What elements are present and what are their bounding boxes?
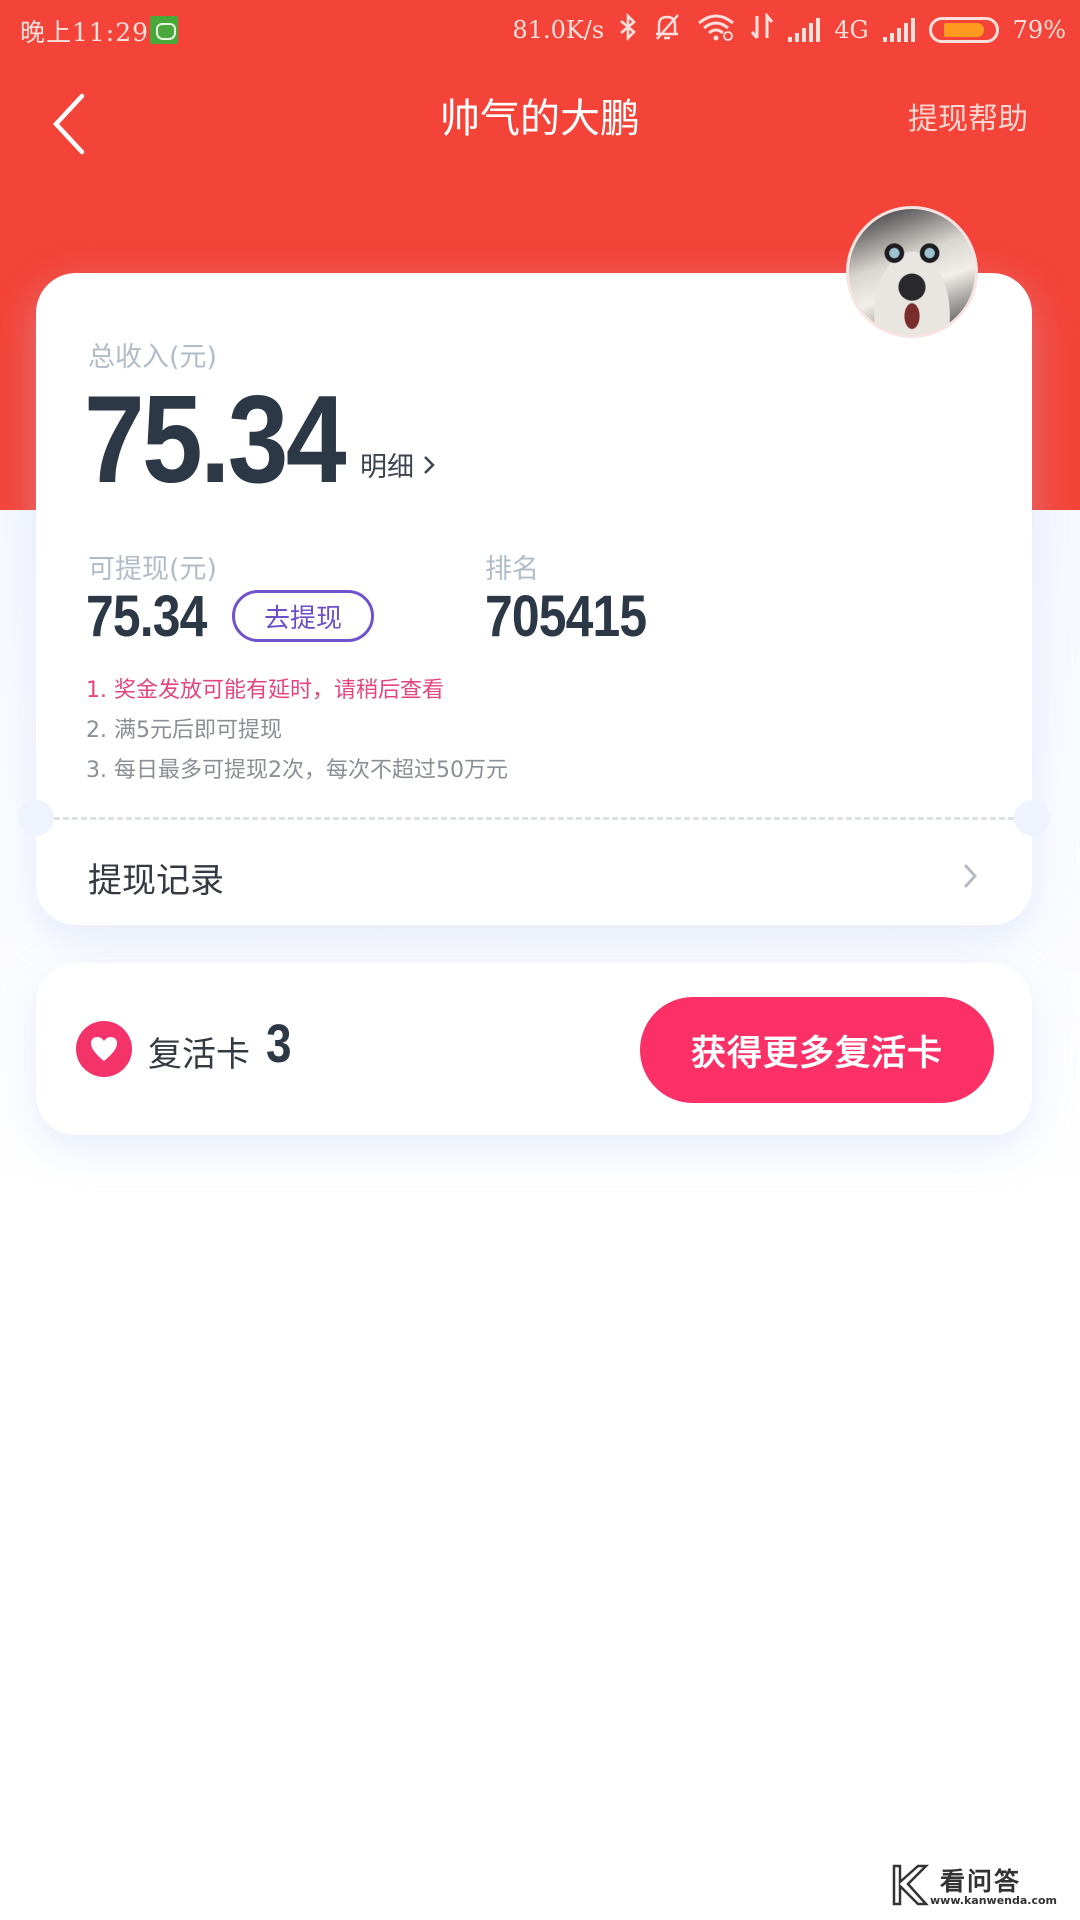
status-icons: 81.0K/s 4G 79% [512,11,1066,47]
dashed-divider [54,817,1014,820]
avatar[interactable] [846,206,978,338]
data-transfer-icon [750,11,774,46]
watermark-title: 看问答 [940,1867,1022,1896]
note-item: 1. 奖金发放可能有延时，请稍后查看 [86,678,444,703]
bell-muted-icon [652,12,682,47]
bluetooth-icon [618,12,638,46]
chevron-right-icon [424,455,435,474]
rank-label: 排名 [485,554,539,585]
network-speed: 81.0K/s [512,15,605,44]
detail-link[interactable]: 明细 [360,445,436,484]
battery-percent: 79% [1012,15,1066,44]
network-type: 4G [834,15,869,44]
watermark: 看问答 www.kanwenda.com [890,1862,1070,1912]
note-item: 2. 满5元后即可提现 [86,718,282,743]
withdraw-button[interactable]: 去提现 [232,590,374,642]
signal-icon [788,17,821,42]
status-bar: 晚上11:29 81.0K/s 4G 79% [0,0,1080,58]
watermark-logo-icon [892,1864,930,1906]
watermark-url: www.kanwenda.com [930,1894,1057,1907]
battery-icon [928,16,999,43]
note-item: 3. 每日最多可提现2次，每次不超过50万元 [86,758,508,783]
total-income-amount: 75.34 [84,371,347,509]
app-notification-icon [150,16,178,44]
card-notch [1014,800,1050,836]
get-more-revive-button[interactable]: 获得更多复活卡 [640,997,994,1103]
revive-card-label: 复活卡 [148,1035,250,1075]
withdraw-records-row[interactable]: 提现记录 [36,835,1032,925]
withdraw-notes: 1. 奖金发放可能有延时，请稍后查看 2. 满5元后即可提现 3. 每日最多可提… [86,671,508,791]
revive-card: 复活卡 3 获得更多复活卡 [36,963,1032,1135]
earnings-card: 总收入(元) 75.34 明细 可提现(元) 75.34 去提现 排名 7054… [18,273,1050,925]
withdrawable-label: 可提现(元) [88,554,218,585]
battery-level [943,22,984,37]
revive-card-count: 3 [266,1014,292,1074]
heart-icon [76,1021,132,1077]
chevron-right-icon [963,863,978,889]
status-time: 晚上11:29 [20,18,150,47]
rank-value: 705415 [485,584,647,649]
detail-link-label: 明细 [360,452,414,483]
card-notch [18,800,54,836]
wifi-icon [696,13,736,46]
withdraw-help-link[interactable]: 提现帮助 [908,94,1028,138]
withdraw-records-label: 提现记录 [88,861,224,901]
withdrawable-amount: 75.34 [86,584,207,649]
signal-icon [882,17,915,42]
